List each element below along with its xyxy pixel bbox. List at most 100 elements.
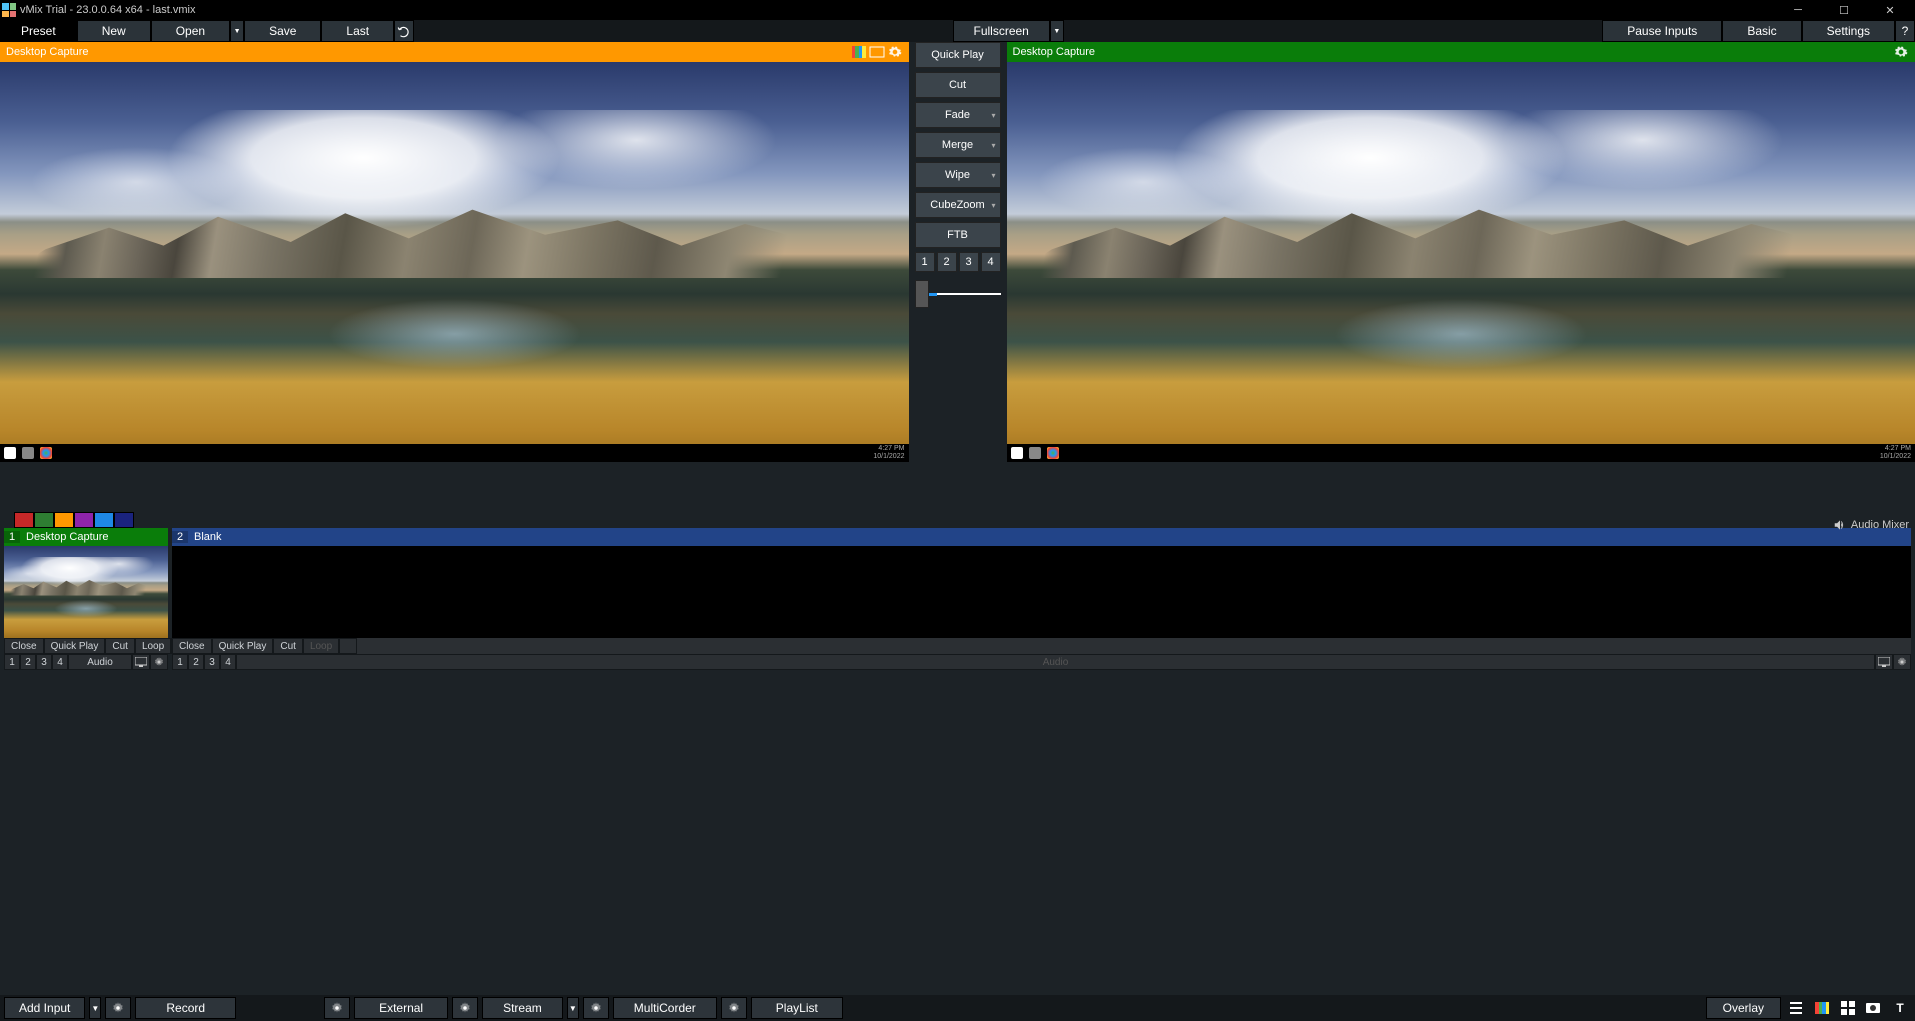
- view-color-icon[interactable]: [1811, 997, 1833, 1019]
- fade-button[interactable]: Fade: [915, 102, 1001, 128]
- bottom-bar: Add Input ▼ Record External Stream ▼ Mul…: [0, 995, 1915, 1021]
- input-thumbnail[interactable]: [172, 546, 1911, 638]
- playlist-button[interactable]: PlayList: [751, 997, 843, 1019]
- color-swatch-row: [0, 512, 1915, 528]
- add-input-dropdown[interactable]: ▼: [89, 997, 101, 1019]
- transition-column: Quick Play Cut Fade Merge Wipe CubeZoom …: [909, 42, 1007, 462]
- program-video[interactable]: 4:27 PM10/1/2022: [1007, 62, 1915, 462]
- color-swatch-2[interactable]: [54, 512, 74, 528]
- external-button[interactable]: External: [354, 997, 448, 1019]
- add-input-button[interactable]: Add Input: [4, 997, 85, 1019]
- cubezoom-button[interactable]: CubeZoom: [915, 192, 1001, 218]
- overlay-button[interactable]: Overlay: [1706, 997, 1781, 1019]
- audio-mixer-toggle[interactable]: Audio Mixer: [1833, 518, 1909, 532]
- preview-header: Desktop Capture: [0, 42, 909, 62]
- input-cut-button[interactable]: Cut: [273, 638, 303, 654]
- input-overlay-1-button[interactable]: 1: [4, 654, 20, 670]
- input-quick-play-button[interactable]: Quick Play: [212, 638, 274, 654]
- fullscreen-dropdown[interactable]: ▼: [1050, 20, 1064, 42]
- preview-panel: Desktop Capture 4:27 PM10/1/2022: [0, 42, 909, 462]
- preview-color-icon[interactable]: [851, 44, 867, 60]
- input-gear-icon[interactable]: [150, 654, 168, 670]
- trans-num-1[interactable]: 1: [915, 252, 935, 272]
- color-swatch-3[interactable]: [74, 512, 94, 528]
- view-list-icon[interactable]: [1785, 997, 1807, 1019]
- inputs-area: 1Desktop CaptureCloseQuick PlayCutLoop❚❚…: [0, 528, 1915, 670]
- input-close-button[interactable]: Close: [172, 638, 212, 654]
- quick-play-button[interactable]: Quick Play: [915, 42, 1001, 68]
- input-overlay-2-button[interactable]: 2: [20, 654, 36, 670]
- input-gear-icon[interactable]: [1893, 654, 1911, 670]
- close-button[interactable]: ✕: [1867, 0, 1913, 20]
- input-audio-button[interactable]: Audio: [68, 654, 132, 670]
- record-gear-button[interactable]: [105, 997, 131, 1019]
- input-thumbnail[interactable]: [4, 546, 168, 638]
- t-bar-handle[interactable]: [915, 280, 929, 308]
- record-button[interactable]: Record: [135, 997, 236, 1019]
- video-row: Desktop Capture 4:27 PM10/1/2022 Quick P…: [0, 42, 1915, 462]
- minimize-button[interactable]: ─: [1775, 0, 1821, 20]
- undo-button[interactable]: [394, 20, 414, 42]
- input-overlay-4-button[interactable]: 4: [52, 654, 68, 670]
- color-swatch-4[interactable]: [94, 512, 114, 528]
- preview-taskbar: 4:27 PM10/1/2022: [0, 444, 909, 462]
- last-button[interactable]: Last: [321, 20, 394, 42]
- input-label: Blank: [188, 531, 222, 543]
- save-button[interactable]: Save: [244, 20, 321, 42]
- basic-button[interactable]: Basic: [1722, 20, 1801, 42]
- merge-button[interactable]: Merge: [915, 132, 1001, 158]
- input-preview-icon[interactable]: [1875, 654, 1893, 670]
- external-gear-button[interactable]: [324, 997, 350, 1019]
- input-tile-2: 2BlankCloseQuick PlayCutLoop1234Audio: [172, 528, 1911, 670]
- view-camera-icon[interactable]: [1863, 997, 1885, 1019]
- trans-num-4[interactable]: 4: [981, 252, 1001, 272]
- view-grid-icon[interactable]: [1837, 997, 1859, 1019]
- color-swatch-5[interactable]: [114, 512, 134, 528]
- ftb-button[interactable]: FTB: [915, 222, 1001, 248]
- input-overlay-4-button[interactable]: 4: [220, 654, 236, 670]
- input-quick-play-button[interactable]: Quick Play: [44, 638, 106, 654]
- cut-button[interactable]: Cut: [915, 72, 1001, 98]
- input-cut-button[interactable]: Cut: [105, 638, 135, 654]
- multicorder-gear-button[interactable]: [583, 997, 609, 1019]
- speaker-icon: [1833, 518, 1847, 532]
- stream-dropdown[interactable]: ▼: [567, 997, 579, 1019]
- input-overlay-2-button[interactable]: 2: [188, 654, 204, 670]
- input-preview-icon[interactable]: [132, 654, 150, 670]
- preview-frame-icon[interactable]: [869, 44, 885, 60]
- open-dropdown[interactable]: ▼: [230, 20, 244, 42]
- new-button[interactable]: New: [77, 20, 151, 42]
- input-overlay-3-button[interactable]: 3: [204, 654, 220, 670]
- preset-button[interactable]: Preset: [0, 20, 77, 42]
- view-t-icon[interactable]: T: [1889, 997, 1911, 1019]
- program-gear-icon[interactable]: [1893, 44, 1909, 60]
- color-swatch-1[interactable]: [34, 512, 54, 528]
- help-button[interactable]: ?: [1895, 20, 1915, 42]
- preview-video[interactable]: 4:27 PM10/1/2022: [0, 62, 909, 462]
- maximize-button[interactable]: ☐: [1821, 0, 1867, 20]
- pause-inputs-button[interactable]: Pause Inputs: [1602, 20, 1722, 42]
- open-button[interactable]: Open: [151, 20, 230, 42]
- settings-button[interactable]: Settings: [1802, 20, 1895, 42]
- preview-label: Desktop Capture: [6, 46, 89, 58]
- color-swatch-0[interactable]: [14, 512, 34, 528]
- stream-button[interactable]: Stream: [482, 997, 563, 1019]
- t-bar[interactable]: [915, 280, 1001, 308]
- playlist-gear-button[interactable]: [721, 997, 747, 1019]
- fullscreen-button[interactable]: Fullscreen: [953, 20, 1050, 42]
- stream-gear-button[interactable]: [452, 997, 478, 1019]
- multicorder-button[interactable]: MultiCorder: [613, 997, 717, 1019]
- program-taskbar: 4:27 PM10/1/2022: [1007, 444, 1915, 462]
- trans-num-2[interactable]: 2: [937, 252, 957, 272]
- input-play-icon[interactable]: [339, 638, 357, 654]
- preview-gear-icon[interactable]: [887, 44, 903, 60]
- wipe-button[interactable]: Wipe: [915, 162, 1001, 188]
- input-overlay-1-button[interactable]: 1: [172, 654, 188, 670]
- input-audio-button: Audio: [236, 654, 1875, 670]
- program-panel: Desktop Capture 4:27 PM10/1/2022: [1007, 42, 1915, 462]
- input-close-button[interactable]: Close: [4, 638, 44, 654]
- trans-num-3[interactable]: 3: [959, 252, 979, 272]
- input-overlay-3-button[interactable]: 3: [36, 654, 52, 670]
- input-loop-button[interactable]: Loop: [135, 638, 171, 654]
- input-number: 2: [172, 531, 188, 543]
